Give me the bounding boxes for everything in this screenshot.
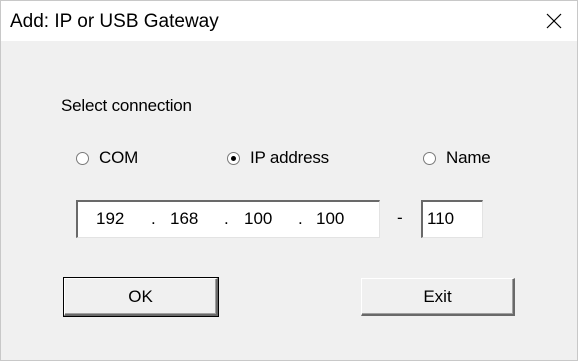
ip-range-end-input[interactable]: 110 [421,200,483,238]
window-title: Add: IP or USB Gateway [10,11,219,32]
ip-address-input[interactable]: 192 . 168 . 100 . 100 [76,200,380,238]
radio-ip-address-label: IP address [250,148,329,167]
close-button[interactable] [531,1,577,41]
radio-name[interactable]: Name [423,147,491,169]
ip-octet-4[interactable]: 100 [316,209,344,229]
radio-ip-address[interactable]: IP address [227,147,329,169]
ip-octet-3[interactable]: 100 [244,209,272,229]
radio-name-label: Name [446,148,491,167]
radio-name-indicator[interactable] [423,151,436,165]
range-dash: - [397,208,403,227]
ip-range-end-value: 110 [427,209,455,228]
radio-com-label: COM [99,148,139,167]
radio-com[interactable]: COM [76,147,138,169]
radio-com-indicator[interactable] [76,151,89,165]
ip-separator-2: . [224,209,229,228]
ip-separator-1: . [151,209,156,228]
ip-octet-1[interactable]: 192 [96,209,124,229]
ip-separator-3: . [298,209,303,228]
exit-button[interactable]: Exit [361,278,515,316]
ok-button[interactable]: OK [63,277,219,317]
ip-octet-2[interactable]: 168 [170,209,198,229]
select-connection-label: Select connection [61,96,192,115]
gateway-dialog: Add: IP or USB Gateway Select connection… [0,0,578,361]
close-icon [546,13,562,29]
title-bar[interactable]: Add: IP or USB Gateway [1,1,577,41]
radio-ip-address-indicator[interactable] [227,151,240,165]
